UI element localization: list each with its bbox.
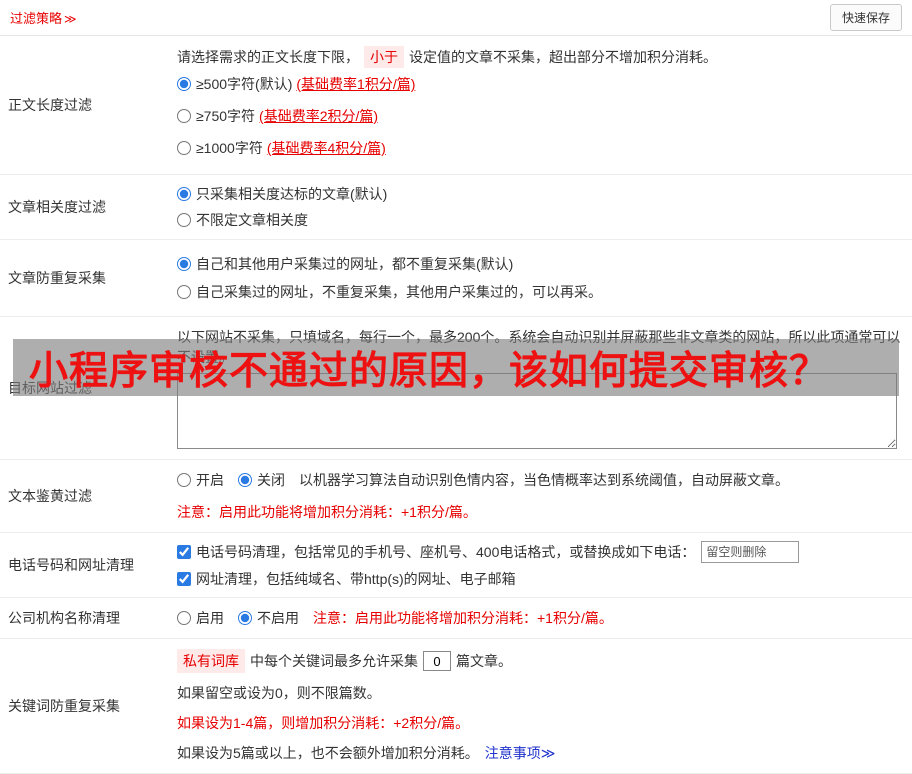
- checkbox-url-cleanup[interactable]: [177, 572, 191, 586]
- company-cost-note: 注意：启用此功能将增加积分消耗：+1积分/篇。: [313, 607, 613, 629]
- option-porn-on[interactable]: 开启: [177, 470, 224, 490]
- option-porn-off[interactable]: 关闭: [238, 470, 285, 490]
- notice-link[interactable]: 注意事项≫: [485, 743, 556, 763]
- keyword-limit-input[interactable]: [423, 651, 451, 671]
- radio-dedup-self-only[interactable]: [177, 285, 191, 299]
- phone-replace-input[interactable]: [701, 541, 799, 563]
- body-length-description: 请选择需求的正文长度下限，小于设定值的文章不采集，超出部分不增加积分消耗。: [177, 46, 902, 68]
- row-company-name-cleanup: 公司机构名称清理 启用 不启用 注意：启用此功能将增加积分消耗：+1积分/篇。: [0, 598, 912, 639]
- option-1000-chars[interactable]: ≥1000字符 (基础费率4积分/篇): [177, 132, 902, 164]
- radio-company-on[interactable]: [177, 611, 191, 625]
- radio-500-chars[interactable]: [177, 77, 191, 91]
- row-keyword-dedup: 关键词防重复采集 私有词库 中每个关键词最多允许采集 篇文章。 如果留空或设为0…: [0, 639, 912, 774]
- watermark-text: 小程序审核不通过的原因，该如何提交审核？: [29, 340, 829, 396]
- rate-note: (基础费率2积分/篇): [259, 106, 378, 126]
- quick-save-button[interactable]: 快速保存: [830, 4, 902, 31]
- row-label: 文章防重复采集: [0, 240, 177, 316]
- option-dedup-self-only[interactable]: 自己采集过的网址，不重复采集，其他用户采集过的，可以再采。: [177, 278, 902, 306]
- porn-filter-options: 开启 关闭 以机器学习算法自动识别色情内容，当色情概率达到系统阈值，自动屏蔽文章…: [177, 470, 902, 490]
- company-cleanup-options: 启用 不启用 注意：启用此功能将增加积分消耗：+1积分/篇。: [177, 607, 902, 629]
- option-relevance-strict[interactable]: 只采集相关度达标的文章(默认): [177, 181, 902, 207]
- radio-1000-chars[interactable]: [177, 141, 191, 155]
- rate-note: (基础费率1积分/篇): [296, 74, 415, 94]
- option-750-chars[interactable]: ≥750字符 (基础费率2积分/篇): [177, 100, 902, 132]
- keyword-note-cost: 如果设为1-4篇，则增加积分消耗：+2积分/篇。: [177, 713, 902, 733]
- checkbox-phone-cleanup[interactable]: [177, 545, 191, 559]
- page-title[interactable]: 过滤策略≫: [10, 8, 77, 27]
- row-label: 文章相关度过滤: [0, 175, 177, 239]
- radio-porn-on[interactable]: [177, 473, 191, 487]
- keyword-limit-line: 私有词库 中每个关键词最多允许采集 篇文章。: [177, 649, 902, 673]
- radio-750-chars[interactable]: [177, 109, 191, 123]
- row-label: 正文长度过滤: [0, 36, 177, 174]
- row-phone-url-cleanup: 电话号码和网址清理 电话号码清理，包括常见的手机号、座机号、400电话格式，或替…: [0, 533, 912, 598]
- row-label: 文本鉴黄过滤: [0, 460, 177, 532]
- keyword-note-empty: 如果留空或设为0，则不限篇数。: [177, 683, 902, 703]
- row-porn-filter: 文本鉴黄过滤 开启 关闭 以机器学习算法自动识别色情内容，当色情概率达到系统阈值…: [0, 460, 912, 533]
- radio-dedup-all-users[interactable]: [177, 257, 191, 271]
- expand-chevron-icon: ≫: [64, 12, 77, 26]
- option-dedup-all-users[interactable]: 自己和其他用户采集过的网址，都不重复采集(默认): [177, 250, 902, 278]
- row-relevance-filter: 文章相关度过滤 只采集相关度达标的文章(默认) 不限定文章相关度: [0, 175, 912, 240]
- option-company-on[interactable]: 启用: [177, 608, 224, 628]
- keyword-note-five: 如果设为5篇或以上，也不会额外增加积分消耗。 注意事项≫: [177, 743, 902, 763]
- row-dedup-collection: 文章防重复采集 自己和其他用户采集过的网址，都不重复采集(默认) 自己采集过的网…: [0, 240, 912, 317]
- radio-porn-off[interactable]: [238, 473, 252, 487]
- row-body-length-filter: 正文长度过滤 请选择需求的正文长度下限，小于设定值的文章不采集，超出部分不增加积…: [0, 36, 912, 175]
- row-label: 电话号码和网址清理: [0, 533, 177, 597]
- row-label: 公司机构名称清理: [0, 598, 177, 638]
- option-phone-cleanup[interactable]: 电话号码清理，包括常见的手机号、座机号、400电话格式，或替换成如下电话：: [177, 540, 902, 564]
- radio-relevance-any[interactable]: [177, 213, 191, 227]
- option-relevance-any[interactable]: 不限定文章相关度: [177, 207, 902, 233]
- radio-company-off[interactable]: [238, 611, 252, 625]
- option-500-chars[interactable]: ≥500字符(默认) (基础费率1积分/篇): [177, 68, 902, 100]
- private-lexicon-tag: 私有词库: [177, 649, 245, 673]
- radio-relevance-strict[interactable]: [177, 187, 191, 201]
- option-url-cleanup[interactable]: 网址清理，包括纯域名、带http(s)的网址、电子邮箱: [177, 568, 902, 590]
- porn-filter-cost-note: 注意：启用此功能将增加积分消耗：+1积分/篇。: [177, 502, 902, 522]
- page-header: 过滤策略≫ 快速保存: [0, 0, 912, 36]
- rate-note: (基础费率4积分/篇): [267, 138, 386, 158]
- watermark-overlay-banner: 小程序审核不通过的原因，该如何提交审核？: [13, 339, 899, 396]
- option-company-off[interactable]: 不启用: [238, 608, 299, 628]
- porn-filter-description: 以机器学习算法自动识别色情内容，当色情概率达到系统阈值，自动屏蔽文章。: [299, 470, 789, 490]
- less-than-tag: 小于: [364, 46, 404, 68]
- row-label: 关键词防重复采集: [0, 639, 177, 773]
